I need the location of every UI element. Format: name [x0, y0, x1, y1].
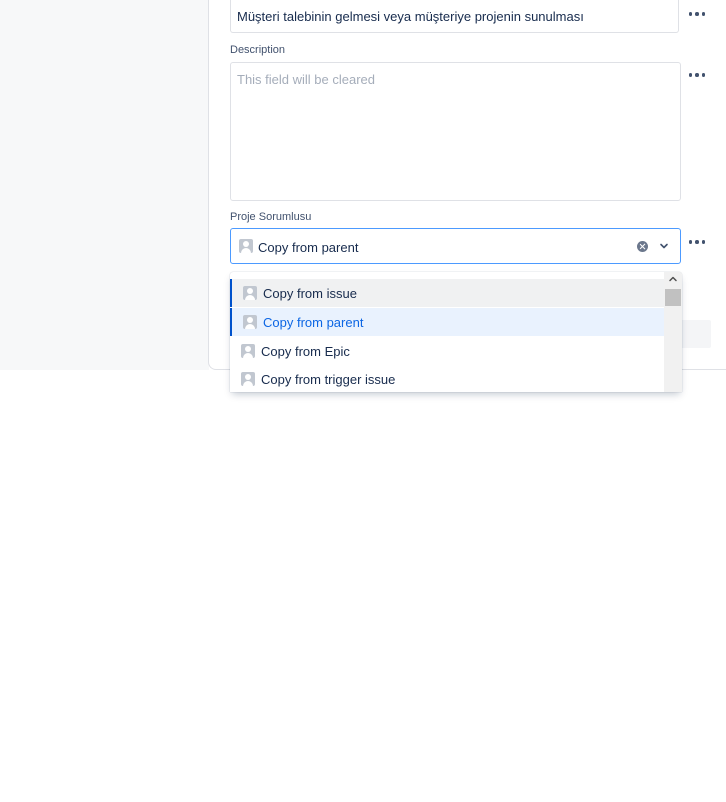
description-label: Description — [230, 44, 286, 56]
option-copy-from-issue[interactable]: Copy from issue — [230, 279, 664, 307]
user-avatar-icon — [241, 344, 255, 358]
scrollbar-thumb[interactable] — [665, 289, 681, 306]
proje-sorumlusu-more-button[interactable] — [686, 234, 708, 250]
more-horizontal-icon — [688, 12, 693, 16]
select-value: Copy from parent — [258, 240, 359, 255]
proje-sorumlusu-label: Proje Sorumlusu — [230, 211, 312, 223]
chevron-up-icon[interactable] — [668, 274, 678, 284]
summary-more-button[interactable] — [686, 6, 708, 22]
user-avatar-icon — [239, 239, 253, 253]
option-label: Copy from Epic — [261, 344, 350, 359]
user-avatar-icon — [241, 372, 255, 386]
proje-sorumlusu-select[interactable]: Copy from parent — [230, 228, 681, 264]
user-avatar-icon — [243, 315, 257, 329]
description-more-button[interactable] — [686, 67, 708, 83]
left-panel — [0, 0, 209, 370]
option-copy-from-epic[interactable]: Copy from Epic — [230, 337, 664, 365]
proje-sorumlusu-dropdown-menu: Copy from issue Copy from parent Copy fr… — [230, 272, 682, 392]
option-label: Copy from parent — [263, 315, 364, 330]
more-horizontal-icon — [688, 73, 693, 77]
chevron-down-icon[interactable] — [659, 241, 669, 251]
user-avatar-icon — [243, 286, 257, 300]
option-copy-from-parent[interactable]: Copy from parent — [230, 308, 664, 336]
more-horizontal-icon — [688, 240, 693, 244]
clear-icon[interactable] — [637, 241, 648, 252]
option-copy-from-trigger-issue[interactable]: Copy from trigger issue — [230, 365, 664, 392]
option-label: Copy from issue — [263, 286, 357, 301]
summary-input[interactable]: Müşteri talebinin gelmesi veya müşteriye… — [230, 0, 679, 33]
description-textarea[interactable]: This field will be cleared — [230, 62, 681, 201]
dropdown-scrollbar[interactable] — [664, 272, 682, 392]
option-label: Copy from trigger issue — [261, 372, 396, 387]
